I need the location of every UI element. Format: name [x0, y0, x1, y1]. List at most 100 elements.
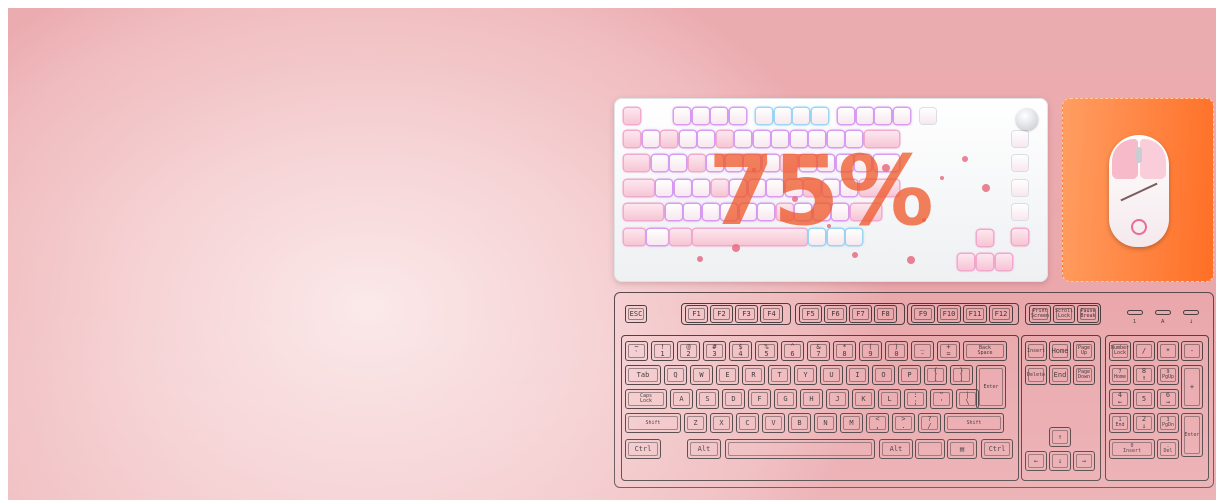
key-label: Q [673, 370, 678, 379]
keyboard-key: + = [937, 341, 960, 361]
keyboard-key: 3 PgDn [1157, 413, 1179, 433]
keyboard-key: B [788, 413, 811, 433]
keyboard-key: 7 Home [1109, 365, 1131, 385]
key-label: : ; [913, 391, 918, 406]
keycap [642, 130, 659, 147]
key-label: Enter [1184, 431, 1200, 438]
keycap [656, 179, 673, 196]
keycap [692, 108, 709, 124]
key-label: F10 [942, 309, 956, 318]
keycap [1012, 130, 1028, 147]
key-label: X [719, 418, 724, 427]
key-label: → [1081, 456, 1087, 465]
key-label: Ctrl [634, 444, 652, 453]
keyboard-key: $ 4 [729, 341, 752, 361]
mouse-right-button [1140, 139, 1166, 179]
mouse-product-card [1062, 98, 1214, 282]
key-label: F5 [806, 309, 815, 318]
keycap [1012, 204, 1028, 220]
keycap [679, 130, 696, 147]
keycap [838, 108, 854, 124]
indicator-led-icon [1155, 310, 1171, 315]
key-label: F6 [831, 309, 840, 318]
keyboard-key: A [670, 389, 693, 409]
key-label: Shift [645, 419, 661, 426]
keyboard-key: E [716, 365, 739, 385]
key-label: Caps Lock [639, 393, 653, 404]
key-label: Scroll Lock [1054, 308, 1074, 319]
key-label: P [907, 370, 912, 379]
key-label: F9 [918, 309, 928, 318]
keyboard-key: % 5 [755, 341, 778, 361]
keyboard-key: 9 PgUp [1157, 365, 1179, 385]
key-label: Tab [636, 370, 650, 379]
key-label: # 3 [712, 343, 717, 358]
keyboard-key: { [ [924, 365, 947, 385]
keyboard-key: ) 0 [885, 341, 908, 361]
key-label: _ - [920, 343, 925, 358]
keyboard-key: G [774, 389, 797, 409]
keycap [958, 254, 974, 270]
key-label: O [881, 370, 886, 379]
keyboard-key: 2 ↓ [1133, 413, 1155, 433]
keyboard-key: 8 ↑ [1133, 365, 1155, 385]
keyboard-key: . Del [1157, 439, 1179, 459]
keyboard-key: Scroll Lock [1053, 305, 1075, 323]
keyboard-key: Page Down [1073, 365, 1095, 385]
keyboard-key: Delete [1025, 365, 1047, 385]
key-label: ! 1 [660, 343, 665, 358]
key-label: ↑ [1057, 432, 1063, 441]
key-label: Back Space [977, 345, 993, 356]
keyboard-key: ↓ [1049, 451, 1071, 471]
keyboard-key: F8 [874, 305, 897, 323]
key-label: Pause Break [1080, 308, 1096, 319]
key-label: " ' [939, 391, 944, 406]
key-label: 4 ← [1117, 391, 1123, 406]
key-label: Alt [697, 444, 711, 453]
key-label: / [1141, 346, 1147, 355]
key-label: F1 [692, 309, 701, 318]
keyboard-key: → [1073, 451, 1095, 471]
key-label: F8 [881, 309, 890, 318]
keyboard-key: Insert [1025, 341, 1047, 361]
keyboard-key: ( 9 [859, 341, 882, 361]
key-label: 6 → [1165, 391, 1171, 406]
keyboard-key: D [722, 389, 745, 409]
volume-knob [1016, 108, 1038, 130]
blossom-decoration [697, 256, 703, 262]
keycap [674, 179, 691, 196]
keycap [624, 130, 640, 147]
keyboard-key: C [736, 413, 759, 433]
key-label: & 7 [816, 343, 821, 358]
keyboard-key: X [710, 413, 733, 433]
keycap [674, 108, 690, 124]
keycap [647, 228, 668, 245]
keycap [624, 155, 650, 171]
key-label: ) 0 [894, 343, 899, 358]
key-label: Y [803, 370, 808, 379]
keyboard-key: Z [684, 413, 707, 433]
keyboard-key: Home [1049, 341, 1071, 361]
keyboard-key: 6 → [1157, 389, 1179, 409]
keycap [670, 228, 691, 245]
key-label: $ 4 [738, 343, 743, 358]
keyboard-key: End [1049, 365, 1071, 385]
keyboard-key: Enter [976, 365, 1006, 409]
indicator-led-icon [1127, 310, 1143, 315]
key-label: F7 [856, 309, 865, 318]
keyboard-key: Alt [687, 439, 721, 459]
keycap [693, 179, 710, 196]
key-label: % 5 [764, 343, 769, 358]
keyboard-key: " ' [930, 389, 953, 409]
key-label: ? / [927, 415, 932, 430]
keyboard-key: L [878, 389, 901, 409]
key-label: End [1053, 370, 1067, 379]
keycap [893, 108, 910, 124]
keyboard-key: F1 [685, 305, 708, 323]
key-label: Page Up [1077, 345, 1091, 356]
keyboard-key: Q [664, 365, 687, 385]
indicator-label: ↓ [1189, 319, 1194, 325]
keyboard-key: U [820, 365, 843, 385]
keycap [729, 108, 746, 124]
keyboard-key: - [1181, 341, 1203, 361]
